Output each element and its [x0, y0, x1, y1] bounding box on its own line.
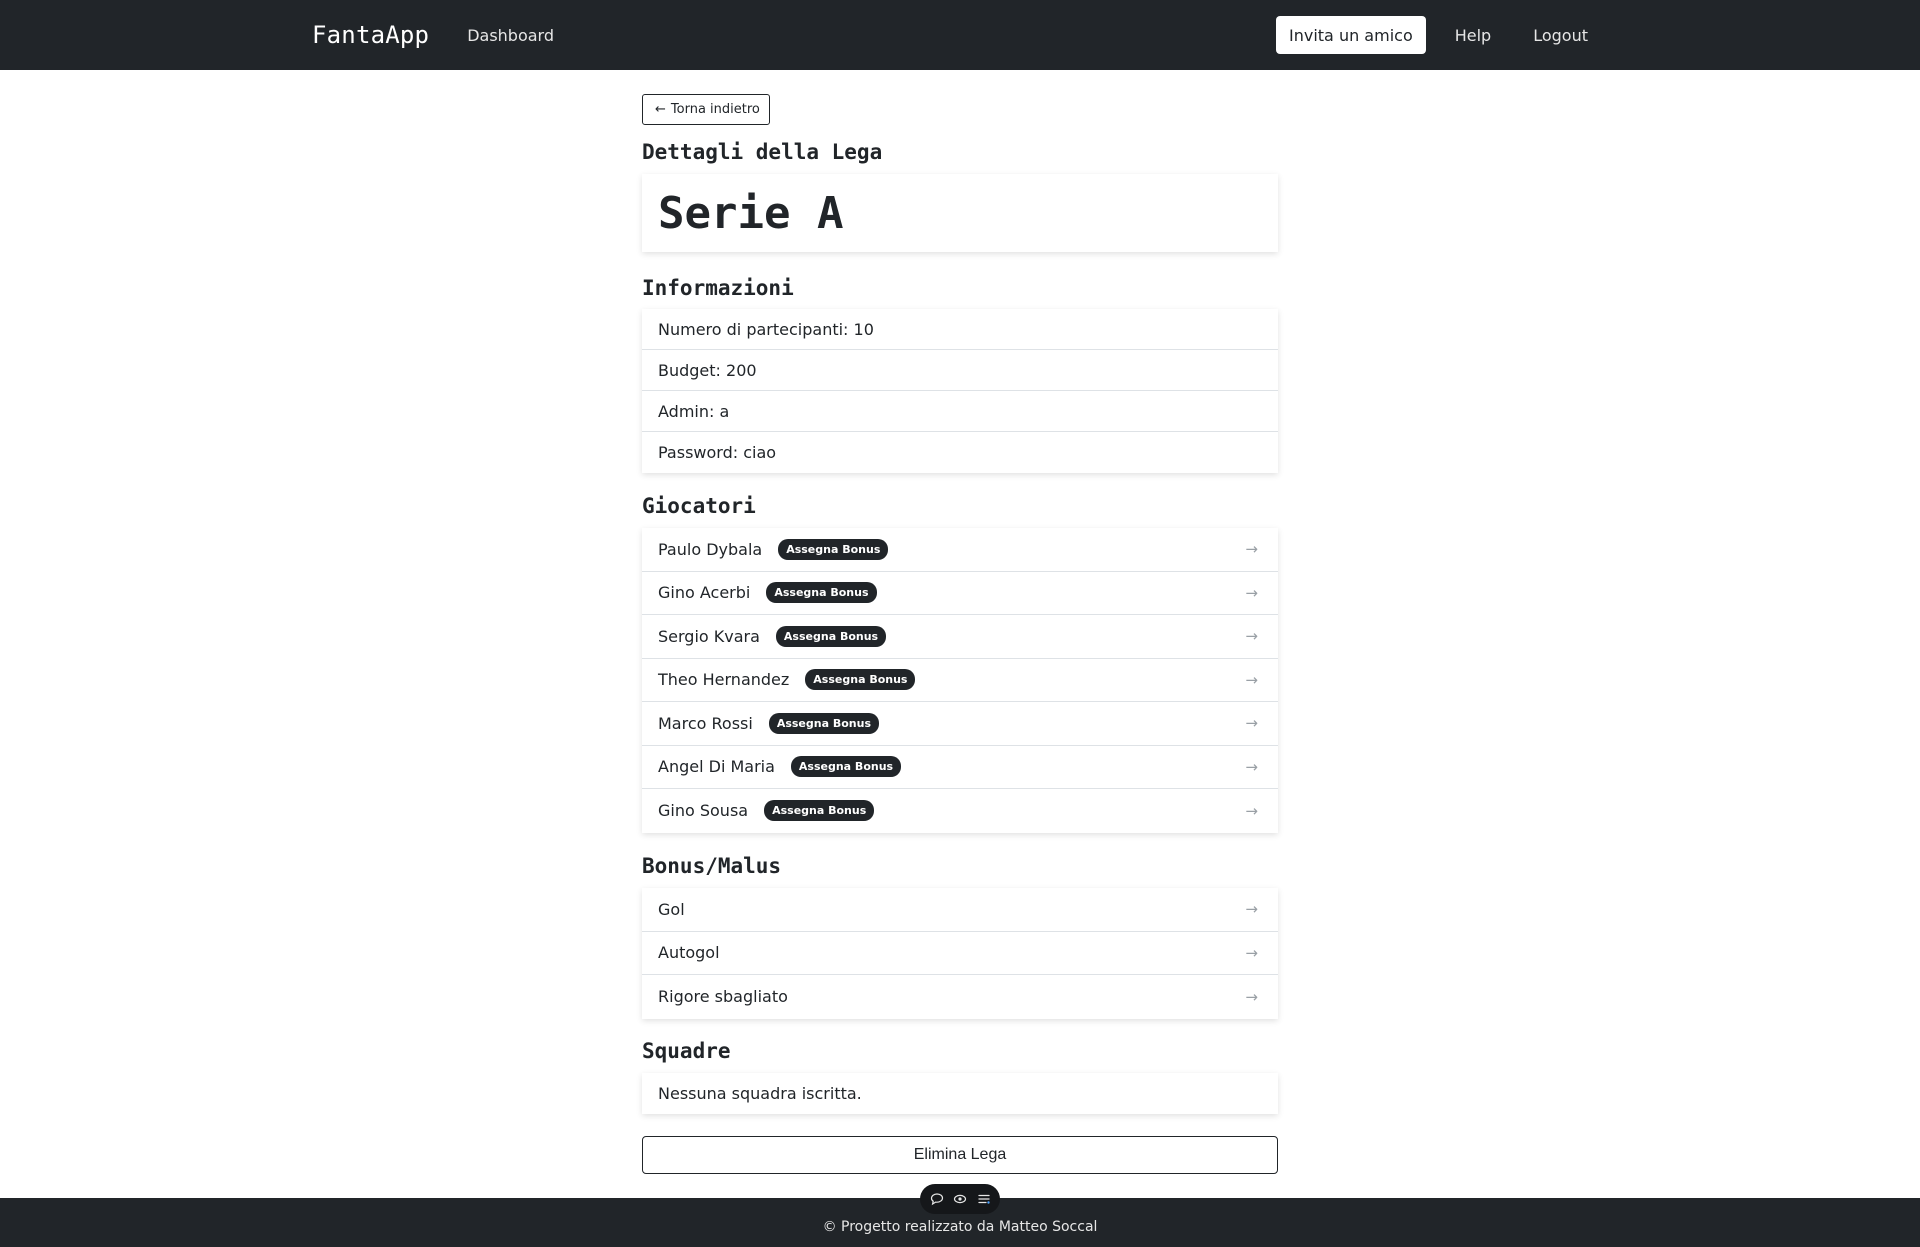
nav-dashboard-link[interactable]: Dashboard: [467, 26, 554, 45]
menu-icon[interactable]: [977, 1192, 991, 1206]
arrow-right-icon: →: [1245, 583, 1258, 602]
arrow-right-icon: →: [1245, 757, 1258, 776]
brand-logo[interactable]: FantaApp: [312, 21, 429, 49]
teams-section-title: Squadre: [642, 1039, 731, 1063]
info-participants: Numero di partecipanti: 10: [642, 309, 1278, 350]
player-name: Paulo Dybala: [658, 539, 763, 559]
player-row[interactable]: Theo Hernandez Assegna Bonus →: [642, 659, 1278, 702]
arrow-left-icon: ←: [655, 102, 666, 117]
invite-friend-button[interactable]: Invita un amico: [1276, 16, 1426, 54]
info-budget: Budget: 200: [642, 350, 1278, 391]
back-button[interactable]: ← Torna indietro: [642, 94, 770, 125]
info-admin: Admin: a: [642, 391, 1278, 432]
league-name-card: Serie A: [642, 174, 1278, 252]
player-row[interactable]: Marco Rossi Assegna Bonus →: [642, 702, 1278, 746]
assign-bonus-badge[interactable]: Assegna Bonus: [778, 538, 889, 560]
bonus-section-title: Bonus/Malus: [642, 854, 782, 878]
players-list: Paulo Dybala Assegna Bonus → Gino Acerbi…: [642, 528, 1278, 833]
assign-bonus-badge[interactable]: Assegna Bonus: [768, 712, 879, 734]
bonus-name: Autogol: [658, 943, 720, 963]
nav-logout-link[interactable]: Logout: [1533, 26, 1588, 45]
bonus-row[interactable]: Rigore sbagliato →: [642, 975, 1278, 1019]
arrow-right-icon: →: [1245, 627, 1258, 646]
footer-credits: © Progetto realizzato da Matteo Soccal: [822, 1218, 1098, 1235]
bonus-name: Gol: [658, 899, 685, 919]
player-row[interactable]: Paulo Dybala Assegna Bonus →: [642, 528, 1278, 572]
arrow-right-icon: →: [1245, 714, 1258, 733]
info-password: Password: ciao: [658, 443, 777, 462]
bonus-row[interactable]: Autogol →: [642, 932, 1278, 975]
league-details-title: Dettagli della Lega: [642, 140, 883, 164]
player-name: Theo Hernandez: [658, 670, 790, 690]
teams-empty-message: Nessuna squadra iscritta.: [658, 1084, 862, 1103]
floating-toolbar: [920, 1184, 1000, 1214]
player-row[interactable]: Sergio Kvara Assegna Bonus →: [642, 615, 1278, 659]
nav-help-link[interactable]: Help: [1455, 26, 1491, 45]
delete-league-button[interactable]: Elimina Lega: [642, 1136, 1278, 1174]
assign-bonus-badge[interactable]: Assegna Bonus: [790, 756, 902, 778]
arrow-right-icon: →: [1245, 540, 1258, 559]
player-name: Sergio Kvara: [658, 626, 760, 646]
player-row[interactable]: Gino Sousa Assegna Bonus →: [642, 789, 1278, 833]
assign-bonus-badge[interactable]: Assegna Bonus: [766, 582, 877, 604]
bonus-row[interactable]: Gol →: [642, 888, 1278, 932]
player-row[interactable]: Angel Di Maria Assegna Bonus →: [642, 746, 1278, 789]
player-name: Marco Rossi: [658, 713, 753, 733]
assign-bonus-badge[interactable]: Assegna Bonus: [764, 800, 875, 822]
arrow-right-icon: →: [1245, 670, 1258, 689]
eye-icon[interactable]: [953, 1192, 967, 1206]
top-navbar: FantaApp Dashboard Invita un amico Help …: [0, 0, 1920, 70]
arrow-right-icon: →: [1245, 987, 1258, 1006]
info-section-title: Informazioni: [642, 276, 794, 300]
league-name: Serie A: [658, 187, 844, 239]
player-name: Angel Di Maria: [658, 757, 775, 777]
back-button-label: Torna indietro: [670, 102, 760, 117]
bonus-name: Rigore sbagliato: [658, 987, 788, 1007]
arrow-right-icon: →: [1245, 900, 1258, 919]
arrow-right-icon: →: [1245, 943, 1258, 962]
assign-bonus-badge[interactable]: Assegna Bonus: [775, 625, 887, 647]
teams-list: Nessuna squadra iscritta.: [642, 1073, 1278, 1114]
comment-icon[interactable]: [930, 1192, 944, 1206]
arrow-right-icon: →: [1245, 801, 1258, 820]
player-name: Gino Acerbi: [658, 583, 751, 603]
assign-bonus-badge[interactable]: Assegna Bonus: [805, 669, 916, 691]
player-row[interactable]: Gino Acerbi Assegna Bonus →: [642, 572, 1278, 615]
player-name: Gino Sousa: [658, 801, 749, 821]
info-list: Numero di partecipanti: 10 Budget: 200 A…: [642, 309, 1278, 473]
players-section-title: Giocatori: [642, 494, 756, 518]
bonus-list: Gol → Autogol → Rigore sbagliato →: [642, 888, 1278, 1019]
